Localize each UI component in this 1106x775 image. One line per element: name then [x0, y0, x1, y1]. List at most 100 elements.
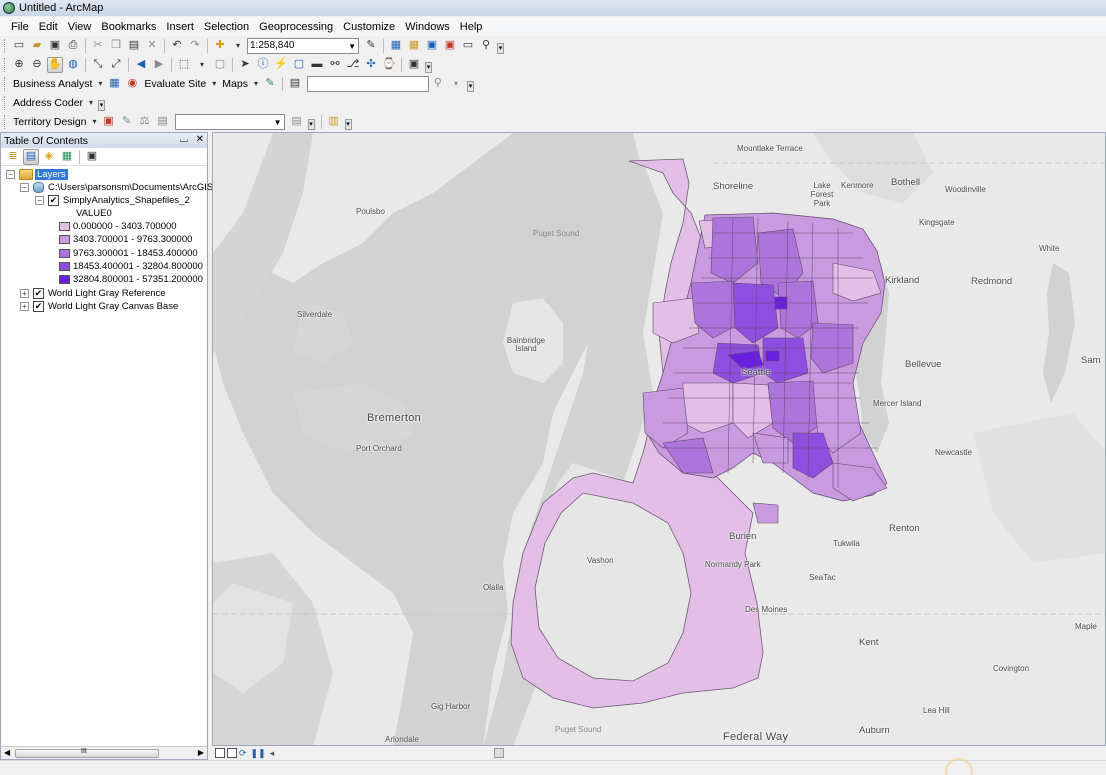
menu-geoprocessing[interactable]: Geoprocessing	[254, 21, 338, 33]
toolbar-overflow-icon[interactable]: ▾	[425, 62, 432, 73]
full-extent-globe-icon[interactable]: ◍	[65, 57, 81, 73]
search-icon[interactable]: ⚲	[430, 76, 446, 92]
collapse-icon[interactable]: −	[35, 196, 44, 205]
ba-wizard-icon[interactable]: ▦	[106, 76, 122, 92]
maps-menu[interactable]: Maps	[219, 78, 251, 90]
find-binoculars-icon[interactable]: ⚯	[327, 57, 343, 73]
toolbar-overflow-icon[interactable]: ▾	[466, 81, 474, 92]
toc-datasource-label[interactable]: C:\Users\parsonsm\Documents\ArcGIS\	[48, 182, 216, 193]
legend-item[interactable]: 18453.400001 - 32804.800000	[59, 261, 203, 272]
list-by-selection-icon[interactable]: ▦	[59, 149, 75, 165]
toc-root-node[interactable]: − Layers	[6, 169, 68, 180]
toolbar-grip[interactable]	[4, 95, 7, 110]
ba-report-icon[interactable]: ◉	[124, 76, 140, 92]
toolbar-grip[interactable]	[4, 76, 7, 91]
maps-dropdown-icon[interactable]: ▾	[252, 76, 260, 92]
ba-search-input[interactable]	[306, 75, 429, 92]
toolbar-overflow-icon[interactable]: ▾	[344, 119, 352, 130]
territory-chart-icon[interactable]: ▥	[326, 114, 342, 130]
evaluate-site-dropdown-icon[interactable]: ▾	[210, 76, 218, 92]
pause-drawing-icon[interactable]: ❚❚	[251, 748, 266, 759]
map-scrollbar-thumb[interactable]	[494, 748, 504, 758]
scroll-left-icon[interactable]: ◀	[4, 748, 10, 757]
chevron-down-icon[interactable]: ▼	[348, 42, 356, 51]
map-scale-combobox[interactable]: 1:258,840 ▼	[247, 37, 359, 54]
new-document-icon[interactable]: ▭	[11, 38, 27, 54]
collapse-icon[interactable]: −	[6, 170, 15, 179]
print-icon[interactable]: ⎙	[65, 38, 81, 54]
layer-visibility-checkbox[interactable]: ✔	[33, 288, 44, 299]
toolbar-grip[interactable]	[4, 114, 7, 129]
close-icon[interactable]: ✕	[196, 134, 204, 145]
territory-design-dropdown-icon[interactable]: ▾	[91, 114, 99, 130]
table-of-contents-window-icon[interactable]: ▦	[388, 38, 404, 54]
expand-icon[interactable]: +	[20, 289, 29, 298]
save-icon[interactable]: ▣	[47, 38, 63, 54]
forward-arrow-icon[interactable]: ▶	[151, 57, 167, 73]
clear-selection-icon[interactable]: ▢	[212, 57, 228, 73]
html-popup-icon[interactable]: ▢	[291, 57, 307, 73]
territory-design-menu[interactable]: Territory Design	[10, 116, 90, 128]
identify-icon[interactable]: ⓘ	[255, 57, 271, 73]
back-arrow-icon[interactable]: ◀	[133, 57, 149, 73]
measure-icon[interactable]: ▬	[309, 57, 325, 73]
add-data-icon[interactable]: ✚	[212, 38, 228, 54]
territory-solution-dropdown[interactable]: ▼	[174, 113, 285, 130]
menu-insert[interactable]: Insert	[161, 21, 199, 33]
undo-icon[interactable]: ↶	[169, 38, 185, 54]
arctoolbox-icon[interactable]: ▣	[442, 38, 458, 54]
layout-view-icon[interactable]	[227, 748, 237, 758]
select-elements-arrow-icon[interactable]: ➤	[237, 57, 253, 73]
pan-hand-icon[interactable]: ✋	[47, 56, 63, 73]
toolbar-overflow-icon[interactable]: ▾	[497, 43, 504, 54]
territory-balance-icon[interactable]: ⚖	[137, 114, 153, 130]
delete-icon[interactable]: ✕	[144, 38, 160, 54]
territory-wizard-icon[interactable]: ▣	[101, 114, 117, 130]
catalog-window-icon[interactable]: ▦	[406, 38, 422, 54]
select-features-icon[interactable]: ⬚	[176, 57, 192, 73]
toc-options-icon[interactable]: ▣	[84, 149, 100, 165]
menu-help[interactable]: Help	[455, 21, 488, 33]
toolbar-grip[interactable]	[4, 38, 7, 53]
business-analyst-menu[interactable]: Business Analyst	[10, 78, 95, 90]
toc-layer-node[interactable]: − ✔ SimplyAnalytics_Shapefiles_2	[35, 195, 190, 206]
select-features-dropdown-icon[interactable]: ▾	[194, 57, 210, 73]
legend-item[interactable]: 32804.800001 - 57351.200000	[59, 274, 203, 285]
territory-lock-icon[interactable]: ▤	[155, 114, 171, 130]
toc-root-label[interactable]: Layers	[35, 169, 68, 180]
create-viewer-window-icon[interactable]: ▣	[406, 57, 422, 73]
list-by-visibility-icon[interactable]: ◈	[41, 149, 57, 165]
toolbar-overflow-icon[interactable]: ▾	[98, 100, 106, 111]
toolbar-overflow-icon[interactable]: ▾	[307, 119, 315, 130]
menu-view[interactable]: View	[63, 21, 97, 33]
toc-horizontal-scrollbar[interactable]: ◀ III ▶	[1, 746, 207, 759]
toc-basemap-layer-node[interactable]: + ✔ World Light Gray Canvas Base	[20, 301, 178, 312]
map-view[interactable]: Mountlake Terrace Shoreline Lake Forest …	[212, 132, 1106, 746]
territory-edit-icon[interactable]: ✎	[119, 114, 135, 130]
toc-layer-label[interactable]: SimplyAnalytics_Shapefiles_2	[63, 195, 190, 206]
paste-icon[interactable]: ▤	[126, 38, 142, 54]
chevron-down-icon[interactable]: ▼	[274, 118, 282, 127]
list-by-drawing-order-icon[interactable]: ≣	[5, 149, 21, 165]
toc-reference-layer-node[interactable]: + ✔ World Light Gray Reference	[20, 288, 166, 299]
legend-item[interactable]: 0.000000 - 3403.700000	[59, 221, 177, 232]
time-slider-icon[interactable]: ⌚	[381, 57, 397, 73]
pin-icon[interactable]: ⌴	[180, 134, 188, 145]
refresh-icon[interactable]: ⟳	[239, 748, 247, 759]
legend-item[interactable]: 3403.700001 - 9763.300000	[59, 234, 192, 245]
menu-bookmarks[interactable]: Bookmarks	[96, 21, 161, 33]
search-window-icon[interactable]: ▣	[424, 38, 440, 54]
find-route-icon[interactable]: ⎇	[345, 57, 361, 73]
toc-basemap-layer-label[interactable]: World Light Gray Canvas Base	[48, 301, 178, 312]
add-data-dropdown-icon[interactable]: ▾	[230, 38, 246, 54]
toc-reference-layer-label[interactable]: World Light Gray Reference	[48, 288, 166, 299]
toolbar-grip[interactable]	[4, 57, 7, 72]
cut-icon[interactable]: ✂	[90, 38, 106, 54]
python-window-icon[interactable]: ▭	[460, 38, 476, 54]
scroll-right-icon[interactable]: ▶	[198, 748, 204, 757]
legend-item[interactable]: 9763.300001 - 18453.400000	[59, 248, 198, 259]
editor-toolbar-icon[interactable]: ✎	[363, 38, 379, 54]
expand-icon[interactable]: +	[20, 302, 29, 311]
menu-file[interactable]: File	[6, 21, 34, 33]
list-by-source-icon[interactable]: ▤	[23, 148, 39, 165]
